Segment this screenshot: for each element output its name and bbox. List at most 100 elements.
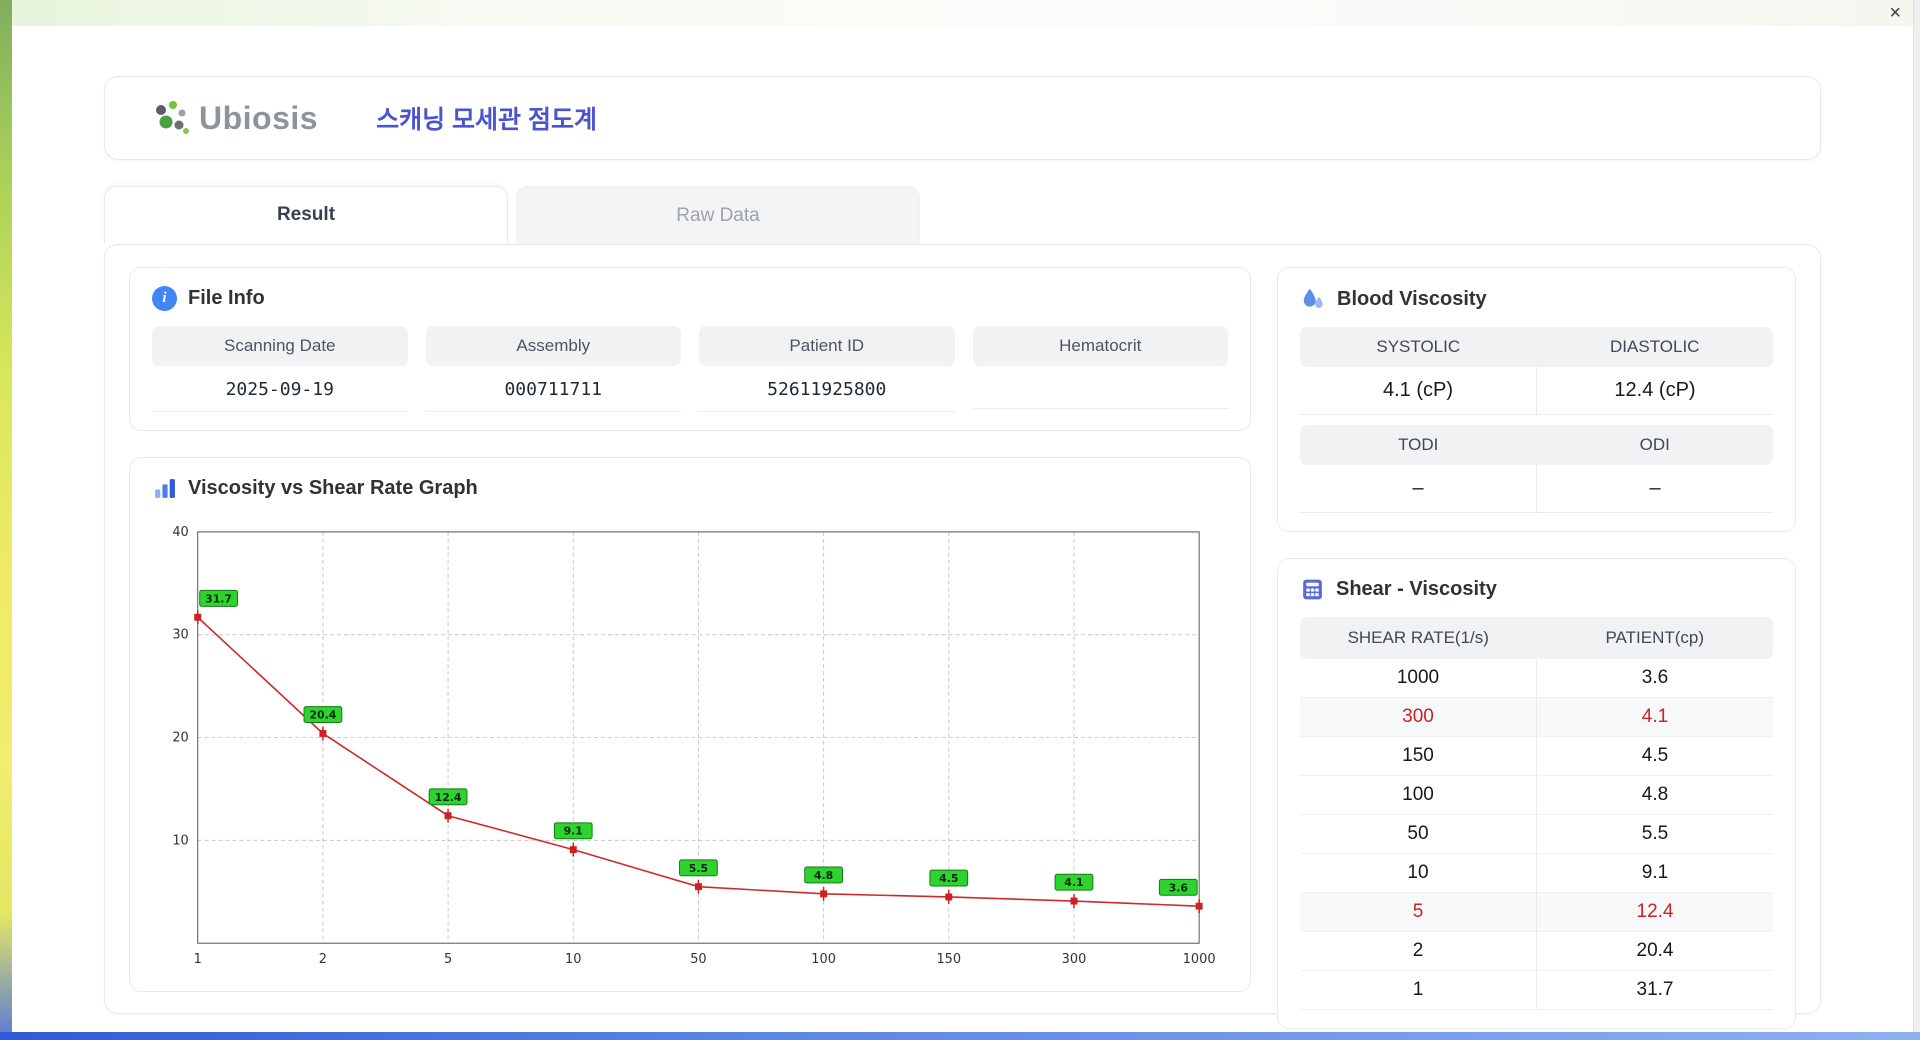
y-tick-label: 30 xyxy=(172,628,188,643)
tab-bar: Result Raw Data xyxy=(104,186,1821,244)
patient-cp-cell: 4.8 xyxy=(1536,776,1773,814)
blood-viscosity-title-row: Blood Viscosity xyxy=(1300,286,1773,312)
patient-cp-cell: 4.5 xyxy=(1536,737,1773,775)
data-point xyxy=(444,812,452,820)
field-value: 52611925800 xyxy=(699,366,955,412)
shear-viscosity-title-row: Shear - Viscosity xyxy=(1300,577,1773,602)
y-tick-label: 20 xyxy=(172,731,188,746)
patient-cp-cell: 31.7 xyxy=(1536,971,1773,1009)
odi-header: ODI xyxy=(1639,435,1670,454)
right-column: Blood Viscosity SYSTOLIC DIASTOLIC 4.1 (… xyxy=(1277,267,1796,1029)
window-frame-left-gradient xyxy=(0,0,12,1040)
point-label: 9.1 xyxy=(564,825,583,838)
table-row: 1 31.7 xyxy=(1300,971,1773,1010)
data-point xyxy=(694,883,702,891)
file-info-title: File Info xyxy=(188,287,265,309)
field-hematocrit: Hematocrit xyxy=(972,326,1228,412)
chart-area: 10 20 30 40 1 2 5 10 50 100 150 300 1000 31.7 20.4 12.4… xyxy=(152,516,1228,973)
odi-value: – xyxy=(1536,465,1773,513)
point-label: 31.7 xyxy=(205,592,232,605)
patient-column-header: PATIENT(cp) xyxy=(1605,628,1705,647)
diastolic-header: DIASTOLIC xyxy=(1610,337,1700,356)
left-column: i File Info Scanning Date 2025-09-19 Ass… xyxy=(129,267,1251,993)
shear-table-header: SHEAR RATE(1/s) PATIENT(cp) xyxy=(1300,617,1773,659)
patient-cp-cell: 9.1 xyxy=(1536,854,1773,892)
bv-values-row: 4.1 (cP) 12.4 (cP) xyxy=(1300,367,1773,415)
header-card: Ubiosis 스캐닝 모세관 점도계 xyxy=(104,76,1821,160)
shear-rate-cell: 150 xyxy=(1402,745,1434,766)
info-icon: i xyxy=(152,286,177,311)
file-info-fields: Scanning Date 2025-09-19 Assembly 000711… xyxy=(152,326,1228,412)
field-value xyxy=(972,366,1228,409)
table-calculator-icon xyxy=(1303,579,1322,600)
field-label: Scanning Date xyxy=(152,326,408,366)
shear-rate-column-header: SHEAR RATE(1/s) xyxy=(1347,628,1489,647)
table-row: 1000 3.6 xyxy=(1300,659,1773,698)
y-tick-label: 10 xyxy=(172,833,188,848)
ubiosis-logo: Ubiosis xyxy=(151,97,318,139)
x-tick-label: 300 xyxy=(1062,952,1087,967)
bv-spacer xyxy=(1300,415,1773,425)
shear-rate-cell: 1000 xyxy=(1396,667,1440,688)
field-label: Assembly xyxy=(425,326,681,366)
viscosity-shear-chart: 10 20 30 40 1 2 5 10 50 100 150 300 1000 31.7 20.4 12.4… xyxy=(172,525,1216,967)
graph-title-row: Viscosity vs Shear Rate Graph xyxy=(152,476,1228,501)
shear-rate-cell: 300 xyxy=(1402,706,1434,727)
point-label: 20.4 xyxy=(309,709,336,722)
patient-cp-cell: 20.4 xyxy=(1536,932,1773,970)
point-label: 3.6 xyxy=(1169,881,1188,894)
data-point xyxy=(194,613,202,621)
y-tick-label: 40 xyxy=(172,525,188,540)
shear-rate-cell: 2 xyxy=(1412,940,1424,961)
app-page: Ubiosis 스캐닝 모세관 점도계 Result Raw Data i Fi… xyxy=(12,26,1913,1032)
data-point xyxy=(1195,902,1203,910)
diastolic-value: 12.4 (cP) xyxy=(1536,367,1773,415)
field-label: Hematocrit xyxy=(972,326,1228,366)
table-row: 50 5.5 xyxy=(1300,815,1773,854)
x-tick-label: 1 xyxy=(194,952,202,967)
point-label: 4.8 xyxy=(814,869,833,882)
todi-header: TODI xyxy=(1398,435,1439,454)
data-point xyxy=(945,893,953,901)
bv-header-row-2: TODI ODI xyxy=(1300,425,1773,465)
page-title: 스캐닝 모세관 점도계 xyxy=(376,106,597,134)
point-label: 4.1 xyxy=(1064,876,1083,889)
file-info-card: i File Info Scanning Date 2025-09-19 Ass… xyxy=(129,267,1251,431)
shear-rate-cell: 50 xyxy=(1407,823,1429,844)
tab-result[interactable]: Result xyxy=(104,186,508,244)
shear-rate-cell: 5 xyxy=(1412,901,1424,922)
table-row: 2 20.4 xyxy=(1300,932,1773,971)
close-icon[interactable]: × xyxy=(1889,2,1901,24)
table-row: 5 12.4 xyxy=(1300,893,1773,932)
x-tick-label: 10 xyxy=(565,952,581,967)
logo-text: Ubiosis xyxy=(199,99,319,136)
bv-header-row: SYSTOLIC DIASTOLIC xyxy=(1300,327,1773,367)
data-point xyxy=(820,890,828,898)
droplets-icon xyxy=(1303,288,1323,308)
shear-rate-cell: 100 xyxy=(1402,784,1434,805)
shear-rate-cell: 1 xyxy=(1412,979,1424,1000)
field-value: 2025-09-19 xyxy=(152,366,408,412)
graph-card: Viscosity vs Shear Rate Graph 10 20 30 40 1 2… xyxy=(129,457,1251,993)
table-row: 10 9.1 xyxy=(1300,854,1773,893)
field-assembly: Assembly 000711711 xyxy=(425,326,681,412)
data-point xyxy=(319,729,327,737)
window-frame-right xyxy=(1913,0,1920,1032)
table-row: 300 4.1 xyxy=(1300,698,1773,737)
x-tick-label: 1000 xyxy=(1183,952,1216,967)
field-value: 000711711 xyxy=(425,366,681,412)
tab-raw-data[interactable]: Raw Data xyxy=(516,186,920,244)
field-label: Patient ID xyxy=(699,326,955,366)
table-row: 100 4.8 xyxy=(1300,776,1773,815)
x-tick-label: 150 xyxy=(936,952,961,967)
systolic-value: 4.1 (cP) xyxy=(1300,367,1536,415)
patient-cp-cell: 5.5 xyxy=(1536,815,1773,853)
blood-viscosity-card: Blood Viscosity SYSTOLIC DIASTOLIC 4.1 (… xyxy=(1277,267,1796,532)
titlebar: × xyxy=(12,0,1913,26)
patient-cp-cell: 12.4 xyxy=(1536,893,1773,931)
main-panel: i File Info Scanning Date 2025-09-19 Ass… xyxy=(104,244,1821,1029)
graph-title: Viscosity vs Shear Rate Graph xyxy=(188,477,478,499)
shear-viscosity-card: Shear - Viscosity SHEAR RATE(1/s) PATIEN… xyxy=(1277,558,1796,1029)
x-tick-label: 2 xyxy=(319,952,327,967)
field-scanning-date: Scanning Date 2025-09-19 xyxy=(152,326,408,412)
